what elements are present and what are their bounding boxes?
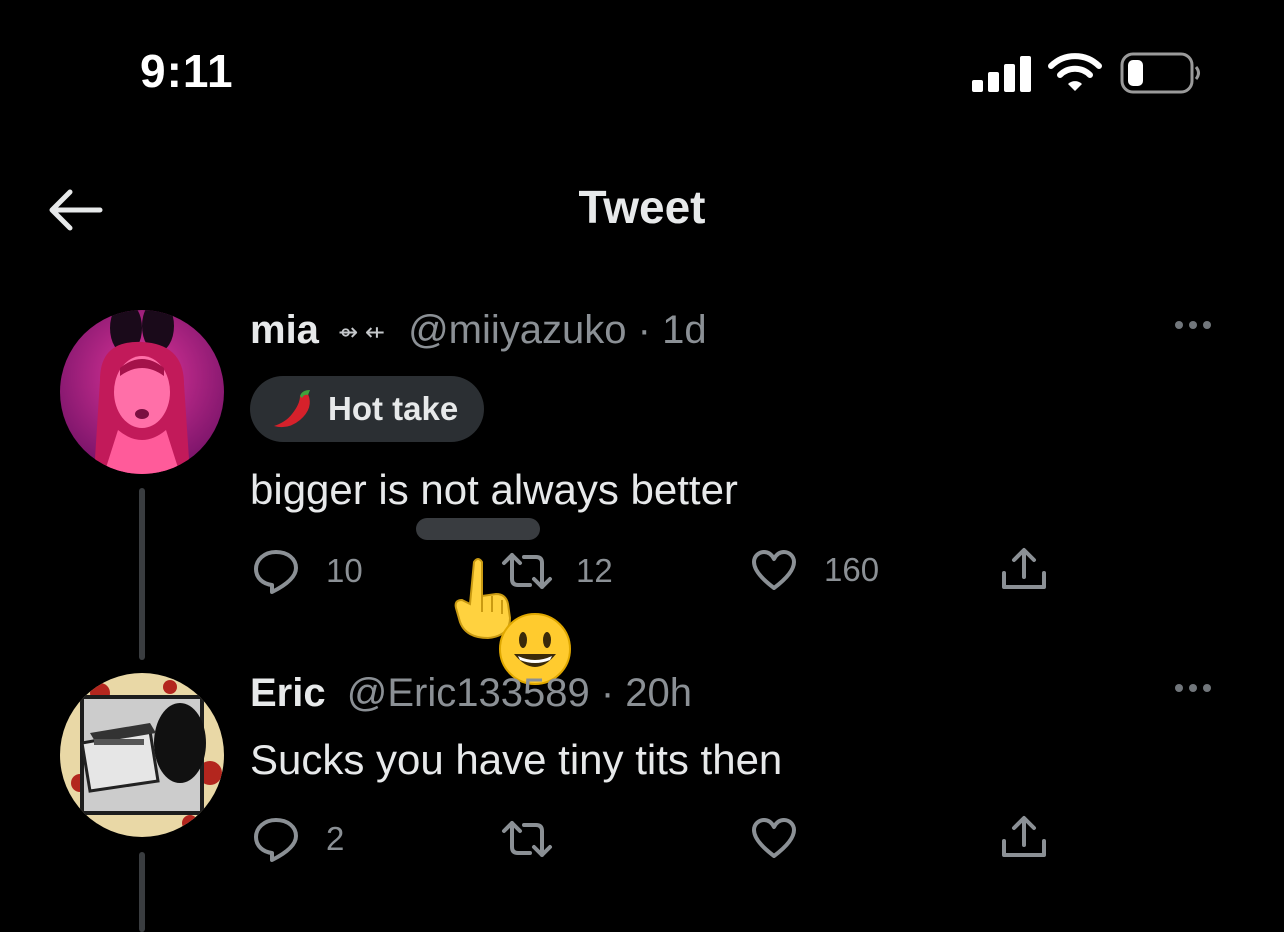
top-nav: Tweet: [0, 150, 1284, 270]
more-horizontal-icon: [1175, 684, 1183, 692]
tweet-text: bigger is not always better: [250, 466, 738, 513]
retweet-button[interactable]: [500, 819, 554, 859]
retweet-count: 12: [576, 552, 613, 589]
share-button[interactable]: [1000, 813, 1048, 861]
tweet-timestamp[interactable]: 1d: [662, 308, 707, 352]
status-time: 9:11: [140, 45, 234, 97]
share-icon: [1002, 548, 1046, 589]
more-options-button[interactable]: [1172, 316, 1224, 346]
share-button[interactable]: [1000, 545, 1048, 593]
avatar[interactable]: [60, 673, 224, 837]
tweet-text: Sucks you have tiny tits then: [250, 736, 783, 783]
like-count: 160: [824, 551, 880, 588]
more-options-button[interactable]: [1172, 679, 1224, 709]
topic-pill[interactable]: Hot take: [250, 376, 485, 442]
page-title: Tweet: [578, 181, 706, 233]
reply-icon: [254, 818, 298, 862]
heart-icon: [752, 550, 796, 590]
thread-connector-line: [139, 488, 145, 660]
more-horizontal-icon: [1175, 321, 1183, 329]
retweet-icon: [502, 821, 552, 857]
reply-button[interactable]: 10: [252, 548, 363, 594]
reply-icon: [254, 550, 298, 594]
topic-label: Hot take: [328, 390, 459, 427]
separator-dot: ·: [600, 671, 626, 715]
separator-dot: ·: [637, 308, 663, 352]
tweet-header: mia ⇴ ⇷ @miiyazuko · 1d: [250, 308, 707, 353]
display-name[interactable]: mia: [250, 308, 319, 352]
wifi-icon: [1048, 53, 1102, 91]
share-icon: [1002, 816, 1046, 857]
chili-pepper-icon: [274, 390, 310, 428]
thread-connector-line: [139, 852, 145, 932]
reply-count: 10: [326, 552, 363, 589]
username-handle[interactable]: @miiyazuko: [408, 308, 638, 352]
display-name[interactable]: Eric: [250, 671, 326, 715]
reply-button[interactable]: 2: [252, 816, 344, 862]
name-decoration: ⇴ ⇷: [338, 318, 385, 346]
reply-count: 2: [326, 820, 345, 857]
like-button[interactable]: [750, 816, 798, 860]
heart-icon: [752, 818, 796, 858]
tweet-timestamp[interactable]: 20h: [625, 671, 692, 715]
battery-icon: [1120, 52, 1200, 94]
status-bar: 9:11: [0, 0, 1284, 140]
username-handle[interactable]: @Eric133589: [347, 671, 601, 715]
tweet-header: Eric @Eric133589 · 20h: [250, 671, 692, 716]
cellular-signal-icon: [972, 56, 1031, 92]
avatar[interactable]: [60, 310, 224, 474]
highlight-bar-sticker: [416, 518, 540, 540]
like-button[interactable]: 160: [750, 548, 879, 592]
